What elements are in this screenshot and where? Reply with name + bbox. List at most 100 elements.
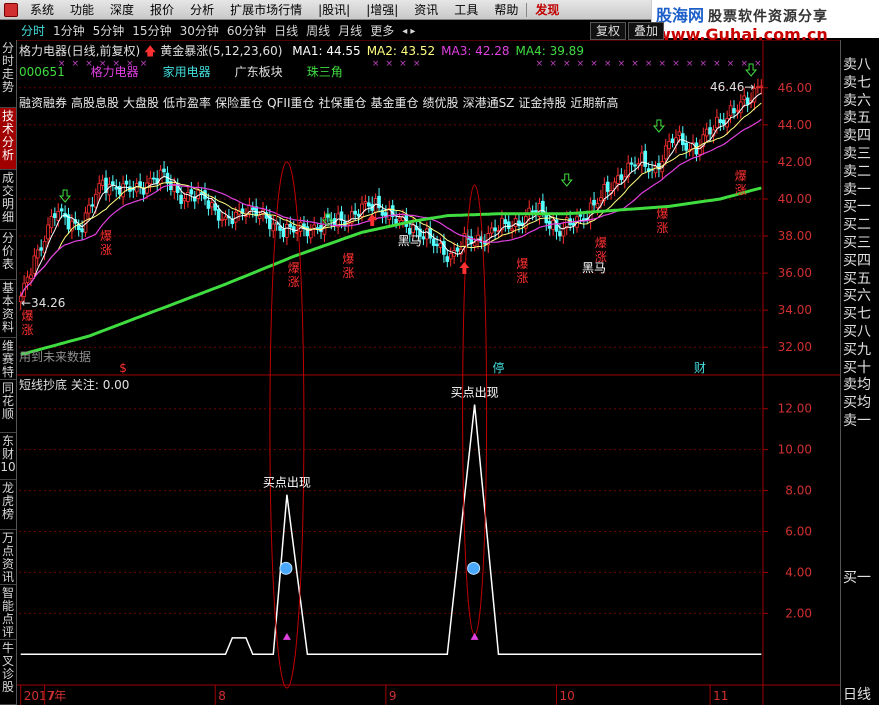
top-marker: × [413,59,421,69]
ma-value: MA4: 39.89 [515,44,584,58]
period-tab[interactable]: 1分钟 [49,22,89,40]
menu-item[interactable]: 深度 [102,0,142,20]
left-tab[interactable]: 智能点评 [0,585,16,640]
menu-item[interactable]: 帮助 [486,0,526,20]
top-marker: × [590,59,598,69]
candle-body [46,224,50,240]
stock-tag[interactable]: 格力电器 [91,65,139,79]
concept-tag[interactable]: 高股息股 [71,96,119,110]
left-tab[interactable]: 分价表 [0,230,16,280]
order-book-buy-row: 买四 [843,252,871,269]
top-marker: × [727,59,735,69]
left-tab[interactable]: 万点资讯 [0,530,16,585]
main-y-tick-label: 42.00 [778,155,812,169]
app-icon[interactable] [4,2,18,17]
menu-item[interactable]: 工具 [446,0,486,20]
left-tab[interactable]: 东财10 [0,433,16,480]
period-tab[interactable]: 周线 [302,22,334,40]
period-bar: 分时 1分钟 5分钟 15分钟 30分钟 60分钟 日线 周线 月线 更多 ◂ ▸ [17,22,651,40]
top-marker: × [577,59,585,69]
candle-body [134,183,139,193]
chart-option-button[interactable]: 叠加 [628,22,665,40]
sub-y-tick-label: 6.00 [785,525,812,539]
candle-body [493,227,497,232]
concept-tag[interactable]: 近期新高 [570,96,618,110]
period-tab[interactable]: 分时 [17,22,49,40]
stock-tag[interactable]: 家用电器 [163,65,211,79]
kline-chart[interactable]: 32.00 34.00 36.00 38.00 40.00 42.00 44.00 46.00… [17,39,840,705]
period-tab[interactable]: 日线 [270,22,302,40]
top-marker: × [672,59,680,69]
period-tab[interactable]: 更多 [366,22,398,40]
candle-body [513,218,518,228]
period-tab[interactable]: 月线 [334,22,366,40]
concept-tag[interactable]: QFII重仓 [267,96,314,110]
concept-tag[interactable]: 证金持股 [518,96,566,110]
stock-tag[interactable]: 珠三角 [307,65,343,79]
sub-y-tick-label: 4.00 [785,565,812,579]
candle-body [111,181,115,186]
left-tab[interactable]: 分时走势 [0,40,16,108]
left-tab[interactable]: 技术分析 [0,108,16,170]
candle-body [708,127,712,135]
concept-tag[interactable]: 低市盈率 [163,96,211,110]
price-high-label: 46.46→ [710,80,754,94]
concept-tag[interactable]: 大盘股 [123,96,159,110]
left-tab-strip: 分时走势 技术分析 成交明细 分价表 基本资料 维赛特 同花顺 东财10 龙虎榜 万点资讯 智能点评… [0,40,17,705]
surge-label: 爆涨 [100,229,112,257]
left-tab[interactable]: 同花顺 [0,380,16,433]
ma1-line [20,92,762,297]
order-book-sell-row: 卖三 [843,146,871,162]
up-arrow-icon [459,262,470,274]
candle-body [56,211,61,221]
menu-item[interactable]: |增强| [358,0,406,20]
top-marker: × [618,59,626,69]
concept-tag[interactable]: 社保重仓 [319,96,367,110]
menu-item[interactable]: 资讯 [406,0,446,20]
menu-item[interactable]: 系统 [22,0,62,20]
left-tab[interactable]: 牛叉诊股 [0,640,16,705]
menu-item[interactable]: 分析 [182,0,222,20]
candle-body [53,213,57,219]
concept-tag[interactable]: 基金重仓 [371,96,419,110]
chart-option-button[interactable]: 复权 [590,22,627,40]
signal-line [20,404,762,656]
order-book-buy-row: 买九 [843,341,871,358]
concept-tag[interactable]: 深港通SZ [463,96,515,110]
menu-item[interactable]: 报价 [142,0,182,20]
period-tab[interactable]: 5分钟 [89,22,129,40]
left-tab[interactable]: 龙虎榜 [0,480,16,530]
candle-body [605,181,610,192]
candle-body [25,276,30,283]
concept-tag[interactable]: 绩优股 [423,96,459,110]
candle-body [394,218,398,224]
candle-body [182,198,187,202]
candle-body [411,224,415,233]
candle-body [445,256,450,262]
candle-body [257,215,262,219]
concept-tag[interactable]: 融资融券 [19,96,67,110]
menu-item[interactable]: 扩展市场行情 [222,0,310,20]
concept-tag[interactable]: 保险重仓 [215,96,263,110]
order-book-buy-row: 买五 [843,270,871,287]
period-tab[interactable]: 30分钟 [176,22,223,40]
left-tab[interactable]: 成交明细 [0,170,16,230]
candle-body [718,119,723,124]
candle-body [728,105,733,117]
menu-item[interactable]: |股讯| [310,0,358,20]
stock-tag[interactable]: 广东板块 [235,65,283,79]
period-tab[interactable]: 60分钟 [223,22,270,40]
menu-item[interactable]: 功能 [62,0,102,20]
left-tab[interactable]: 维赛特 [0,338,16,380]
chart-area[interactable]: 32.00 34.00 36.00 38.00 40.00 42.00 44.00 46.00… [17,39,840,705]
menu-item-discover[interactable]: 发现 [527,0,567,20]
stock-name: 格力电器(日线,前复权) [19,44,141,58]
period-tab[interactable]: 15分钟 [128,22,175,40]
left-tab[interactable]: 基本资料 [0,280,16,338]
order-book-buy-row: 买二 [843,217,871,234]
candle-body [281,228,286,238]
candle-body [421,236,426,240]
top-marker: × [700,59,708,69]
scroll-arrows-icon[interactable]: ◂ ▸ [402,26,415,37]
buy-signal-label: 买点出现 [451,386,499,400]
